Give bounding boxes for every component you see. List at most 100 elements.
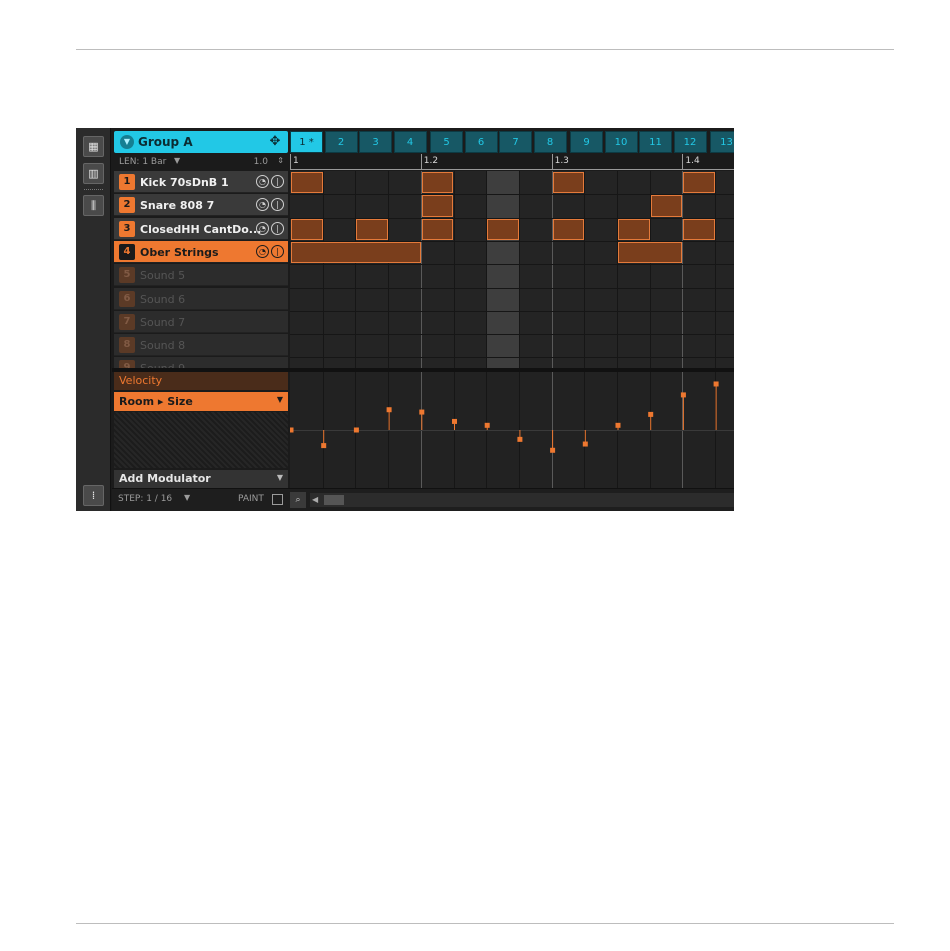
sound-slot-2[interactable]: 2 Snare 808 7 ◔ |: [114, 194, 288, 217]
note-event[interactable]: [421, 172, 454, 194]
add-modulator-button[interactable]: Add Modulator ▼: [114, 470, 288, 488]
pattern-slot-9[interactable]: 9: [570, 131, 603, 153]
modulation-point[interactable]: [550, 447, 556, 453]
note-event[interactable]: [650, 195, 683, 217]
note-event[interactable]: [618, 218, 650, 240]
pattern-slot-10[interactable]: 10: [604, 131, 638, 153]
step-size[interactable]: STEP: 1 / 16: [118, 494, 172, 504]
grid-column-line: [388, 171, 390, 369]
modulation-point[interactable]: [648, 411, 654, 417]
note-event[interactable]: [618, 241, 683, 264]
empty-lane-area: [114, 412, 288, 468]
sound-slot-7[interactable]: 7 Sound 7: [114, 310, 288, 333]
sound-slot-3[interactable]: 3 ClosedHH CantDo... ◔ |: [114, 217, 288, 240]
modulation-point[interactable]: [713, 381, 719, 387]
pan-knob-icon[interactable]: |: [271, 198, 284, 212]
sound-name: Sound 6: [140, 292, 186, 306]
chevron-down-icon[interactable]: ▼: [184, 493, 190, 502]
pattern-slot-6[interactable]: 6: [464, 131, 498, 153]
pan-knob-icon[interactable]: |: [271, 175, 284, 188]
volume-knob-icon[interactable]: ◔: [256, 221, 269, 235]
sound-slot-4[interactable]: 4 Ober Strings ◔ |: [114, 240, 288, 263]
pattern-slot-1[interactable]: 1 *: [290, 131, 323, 153]
chevron-down-icon[interactable]: ▼: [174, 156, 180, 165]
grid-column-line: [518, 171, 520, 369]
modulation-lane-label[interactable]: Velocity: [114, 372, 288, 390]
sound-slot-1[interactable]: 1 Kick 70sDnB 1 ◔ |: [114, 171, 288, 193]
group-header[interactable]: ▼ Group A ✥: [114, 131, 288, 153]
scroll-thumb[interactable]: [324, 495, 344, 505]
note-event[interactable]: [552, 172, 585, 194]
volume-knob-icon[interactable]: ◔: [256, 175, 269, 188]
stepper-icon[interactable]: ⇕: [277, 156, 284, 165]
zoom-value[interactable]: 1.0: [254, 157, 268, 167]
note-event[interactable]: [487, 218, 519, 240]
pattern-slot-7[interactable]: 7: [499, 131, 532, 153]
note-event[interactable]: [291, 218, 323, 240]
parameter-select[interactable]: Room ▸ Size ▼: [114, 392, 288, 411]
modulation-point[interactable]: [419, 409, 425, 415]
modulation-point[interactable]: [353, 427, 359, 433]
pan-knob-icon[interactable]: |: [271, 221, 284, 235]
waveform-icon[interactable]: ⫼: [83, 195, 104, 216]
step-modulation-icon[interactable]: ⁞: [83, 485, 104, 506]
tool-divider: [84, 189, 103, 190]
volume-knob-icon[interactable]: ◔: [256, 244, 269, 258]
modulation-point[interactable]: [582, 441, 588, 447]
paint-checkbox[interactable]: [272, 494, 283, 505]
pattern-slot-12[interactable]: 12: [673, 131, 707, 153]
modulation-point[interactable]: [615, 422, 621, 428]
modulation-point[interactable]: [386, 407, 392, 413]
horizontal-scrollbar[interactable]: ◀: [310, 493, 734, 507]
timeline-ruler[interactable]: 1 1.2 1.3 1.4: [290, 154, 734, 170]
note-event[interactable]: [421, 218, 454, 240]
note-event[interactable]: [421, 195, 454, 217]
pattern-slots: 1 * 2 3 4 5 6 7 8 9 10 11 12 13: [290, 131, 734, 153]
note-event[interactable]: [291, 241, 421, 264]
pattern-slot-4[interactable]: 4: [393, 131, 427, 153]
modulation-point[interactable]: [517, 436, 523, 442]
sound-name: Snare 808 7: [140, 199, 215, 213]
pattern-slot-5[interactable]: 5: [430, 131, 463, 153]
ruler-tick: [290, 154, 291, 169]
modulation-point[interactable]: [452, 418, 457, 424]
ruler-label: 1.3: [554, 156, 569, 166]
modulation-point[interactable]: [484, 422, 490, 428]
sound-number: 6: [119, 290, 135, 307]
pan-knob-icon[interactable]: |: [271, 244, 284, 258]
volume-knob-icon[interactable]: ◔: [256, 198, 269, 212]
grid-column-line: [551, 171, 553, 369]
sound-slot-6[interactable]: 6 Sound 6: [114, 287, 288, 310]
grid-column-line: [584, 171, 586, 369]
modulation-point[interactable]: [680, 392, 686, 398]
tool-strip: ▦ ▥ ⫼ ⁞: [76, 128, 111, 511]
note-event[interactable]: [683, 218, 716, 240]
scroll-left-icon[interactable]: ◀: [312, 495, 318, 504]
keyboard-icon[interactable]: ▥: [83, 163, 104, 184]
modulation-grid[interactable]: [290, 372, 734, 488]
sound-slot-5[interactable]: 5 Sound 5: [114, 264, 288, 287]
pattern-length[interactable]: LEN: 1 Bar: [119, 157, 166, 167]
pattern-slot-3[interactable]: 3: [359, 131, 392, 153]
chevron-down-icon[interactable]: ▼: [120, 135, 134, 149]
note-event[interactable]: [683, 172, 716, 194]
note-event[interactable]: [356, 218, 389, 240]
pattern-slot-13[interactable]: 13: [710, 131, 734, 153]
step-grid[interactable]: [290, 171, 734, 369]
modulation-point[interactable]: [290, 427, 294, 433]
note-event[interactable]: [291, 172, 323, 194]
sound-name: Ober Strings: [140, 245, 219, 259]
magnifier-icon[interactable]: ⌕: [290, 492, 306, 508]
pattern-slot-11[interactable]: 11: [639, 131, 672, 153]
sound-slot-8[interactable]: 8 Sound 8: [114, 334, 288, 357]
chevron-down-icon: ▼: [276, 473, 283, 482]
grid-icon[interactable]: ▦: [83, 136, 104, 157]
note-event[interactable]: [552, 218, 585, 240]
move-icon[interactable]: ✥: [266, 133, 284, 151]
pattern-slot-2[interactable]: 2: [324, 131, 358, 153]
pattern-slot-8[interactable]: 8: [533, 131, 567, 153]
modulation-point[interactable]: [321, 443, 327, 449]
sound-number: 1: [119, 174, 135, 190]
add-modulator-label: Add Modulator: [119, 472, 211, 485]
modulation-values[interactable]: [290, 372, 734, 488]
